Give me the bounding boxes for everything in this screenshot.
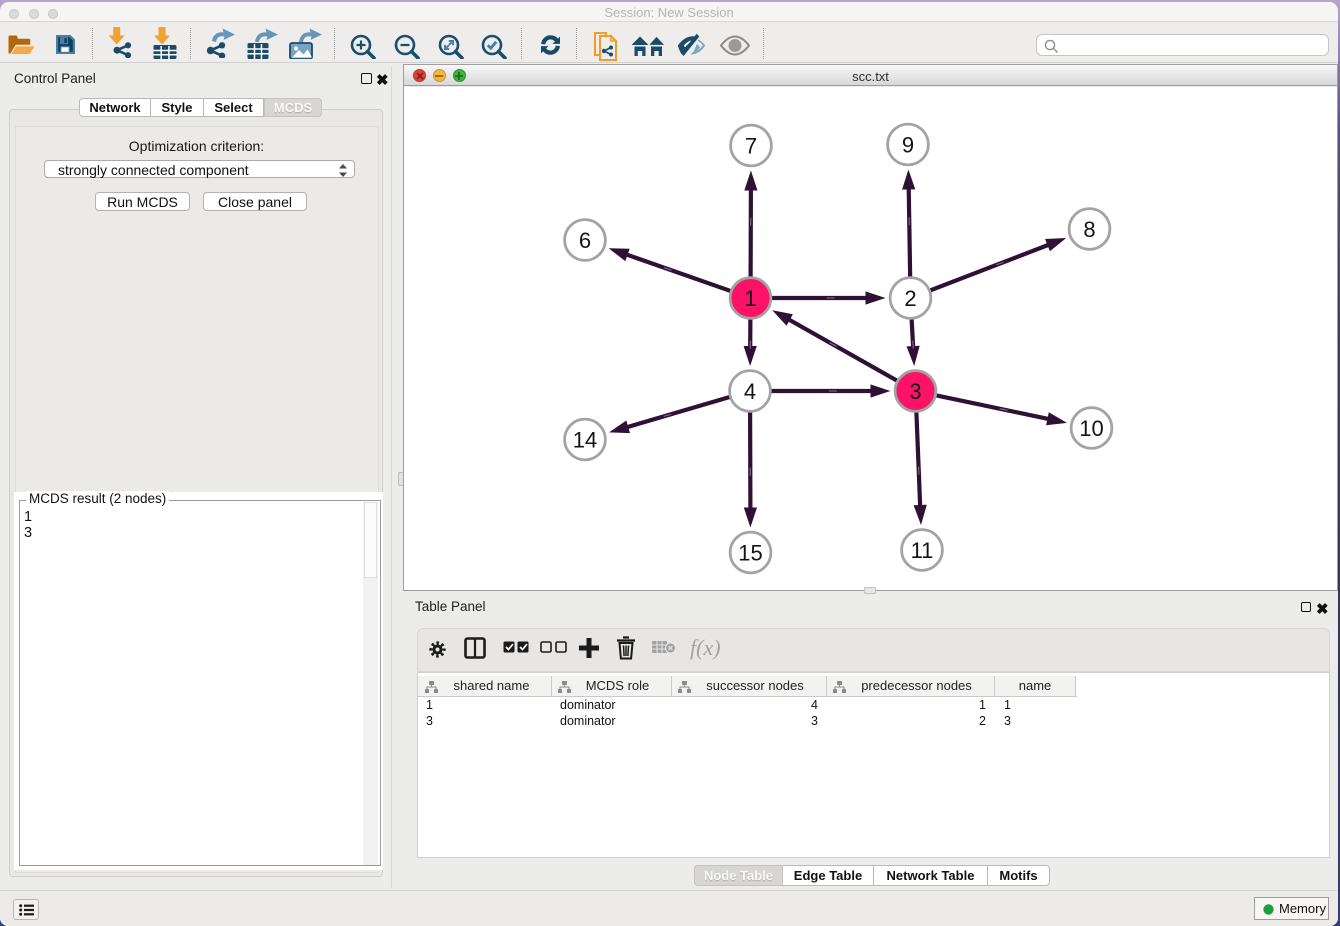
svg-text:10: 10	[1079, 416, 1103, 441]
svg-text:1: 1	[744, 286, 756, 311]
svg-text:7: 7	[745, 133, 757, 158]
svg-text:2: 2	[904, 286, 916, 311]
svg-text:8: 8	[1083, 217, 1095, 242]
svg-text:6: 6	[579, 228, 591, 253]
svg-text:15: 15	[738, 540, 762, 565]
svg-text:4: 4	[744, 379, 756, 404]
svg-text:9: 9	[902, 132, 914, 157]
svg-text:11: 11	[911, 538, 934, 563]
svg-text:3: 3	[909, 379, 921, 404]
svg-text:14: 14	[573, 427, 597, 452]
